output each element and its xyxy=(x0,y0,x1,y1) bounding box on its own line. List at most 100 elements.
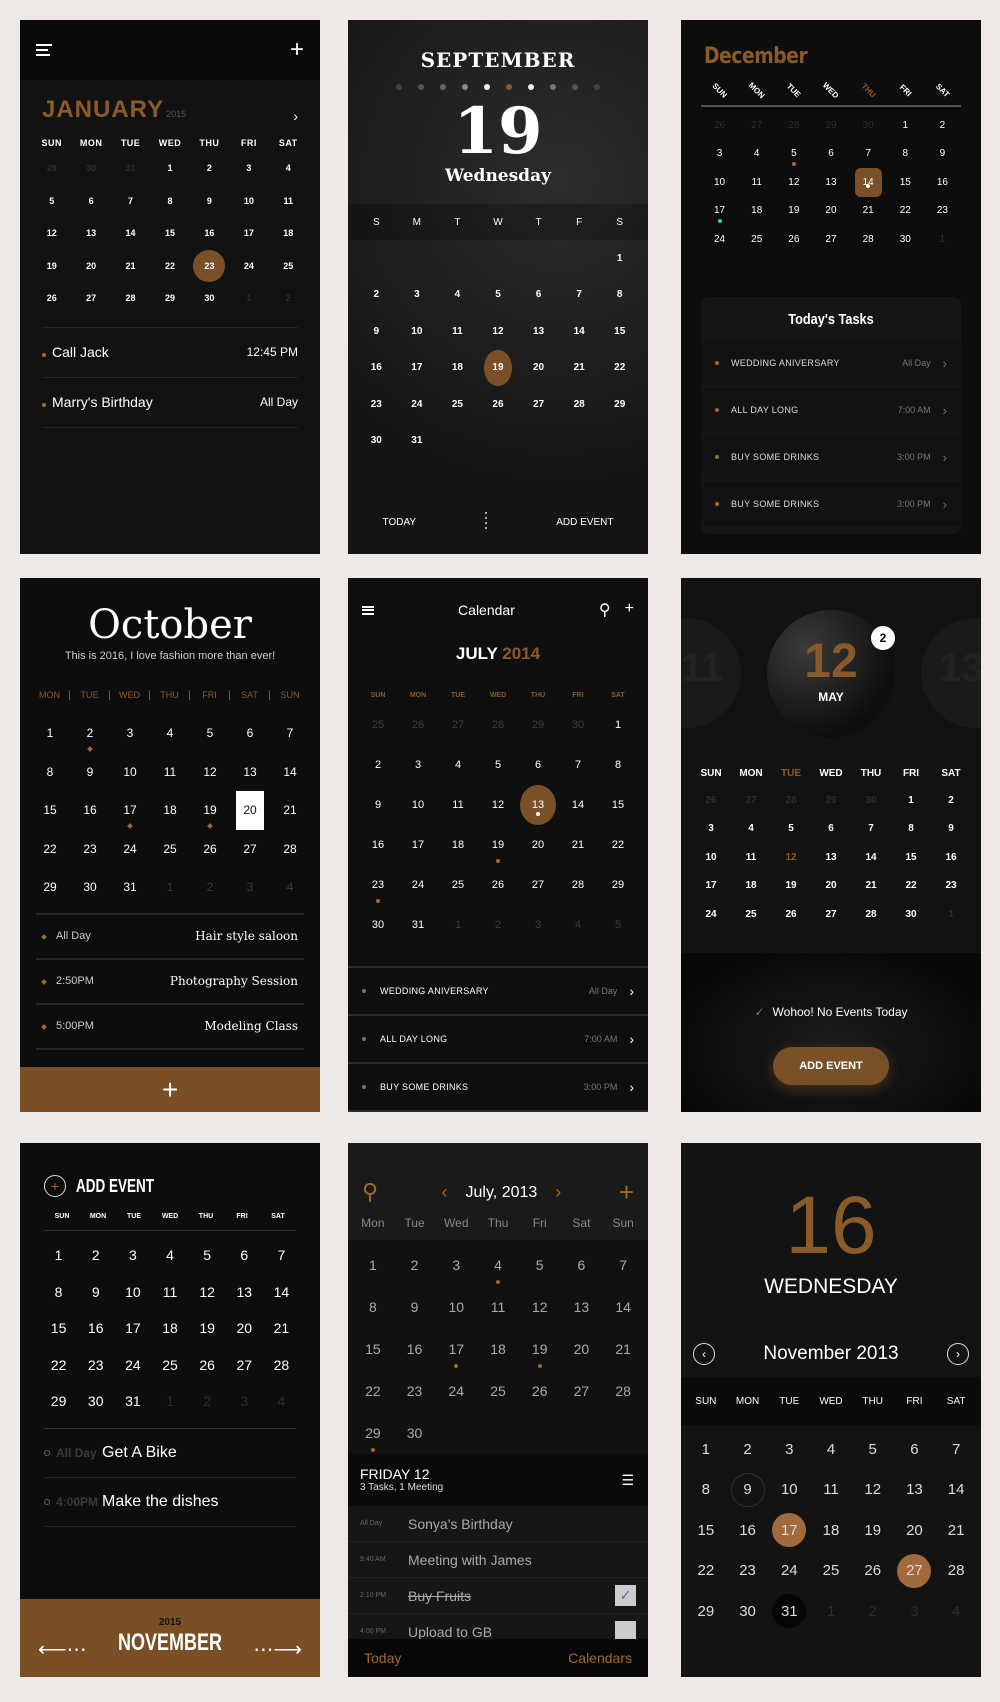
day-cell[interactable]: 8 xyxy=(30,753,70,792)
day-cell[interactable]: 16 xyxy=(356,350,397,387)
chevron-right-icon[interactable]: › xyxy=(555,1182,561,1203)
day-cell[interactable]: 1 xyxy=(887,111,924,140)
menu-icon[interactable] xyxy=(36,44,52,56)
day-cell[interactable]: 7 xyxy=(263,1237,300,1274)
day-cell[interactable]: 30 xyxy=(887,225,924,254)
chevron-right-icon[interactable]: › xyxy=(629,1031,634,1047)
day-cell[interactable]: 10 xyxy=(435,1286,477,1328)
day-cell[interactable]: 6 xyxy=(518,277,559,314)
day-cell[interactable]: 12 xyxy=(771,843,811,872)
day-cell[interactable]: 23 xyxy=(924,197,961,226)
day-cell[interactable]: 19 xyxy=(32,250,71,283)
event-row[interactable]: All Day Hair style saloon xyxy=(36,915,304,960)
day-cell[interactable]: 5 xyxy=(478,277,519,314)
day-cell[interactable]: 5 xyxy=(189,1237,226,1274)
day-cell[interactable]: 25 xyxy=(810,1551,852,1592)
day-cell[interactable]: 27 xyxy=(71,282,110,315)
add-icon[interactable]: + xyxy=(619,1177,634,1208)
day-cell[interactable]: 3 xyxy=(894,1591,936,1632)
day-cell[interactable]: 26 xyxy=(478,865,518,905)
day-cell[interactable]: 12 xyxy=(775,168,812,197)
day-cell[interactable]: 1 xyxy=(229,282,268,315)
day-cell[interactable]: 26 xyxy=(775,225,812,254)
day-cell[interactable]: 22 xyxy=(352,1370,394,1412)
day-cell[interactable]: 16 xyxy=(190,217,229,250)
day-cell[interactable]: 26 xyxy=(519,1370,561,1412)
day-cell[interactable]: 29 xyxy=(150,282,189,315)
day-cell[interactable]: 20 xyxy=(561,1328,603,1370)
day-cell[interactable]: 15 xyxy=(599,313,640,350)
day-cell[interactable]: 29 xyxy=(40,1383,77,1420)
day-cell[interactable]: 23 xyxy=(190,249,229,282)
day-cell[interactable]: 30 xyxy=(358,905,398,945)
chevron-left-icon[interactable]: ‹ xyxy=(442,1182,448,1203)
day-cell[interactable]: 14 xyxy=(850,168,887,197)
day-cell[interactable]: 27 xyxy=(894,1551,936,1592)
day-cell[interactable]: 28 xyxy=(935,1551,977,1592)
day-cell[interactable]: 14 xyxy=(559,313,600,350)
tab-today[interactable]: Today xyxy=(364,1650,401,1666)
event-row[interactable]: ALL DAY LONG 7:00 AM › xyxy=(348,1016,648,1064)
event-row[interactable]: 2:50PM Photography Session xyxy=(36,960,304,1005)
day-cell[interactable]: 4 xyxy=(269,152,308,185)
day-cell[interactable]: 30 xyxy=(356,423,397,460)
day-cell[interactable]: 3 xyxy=(435,1244,477,1286)
day-cell[interactable]: 27 xyxy=(811,900,851,929)
day-cell[interactable]: 26 xyxy=(771,900,811,929)
day-cell[interactable]: 11 xyxy=(810,1470,852,1511)
day-cell[interactable]: 27 xyxy=(731,786,771,815)
day-cell[interactable]: 27 xyxy=(226,1347,263,1384)
day-cell[interactable]: 1 xyxy=(150,868,190,907)
search-icon[interactable]: ⚲ xyxy=(362,1180,384,1204)
day-cell[interactable]: 26 xyxy=(189,1347,226,1384)
day-cell[interactable]: 5 xyxy=(190,714,230,753)
day-cell[interactable]: 13 xyxy=(812,168,849,197)
day-cell[interactable]: 25 xyxy=(738,225,775,254)
day-cell[interactable]: 13 xyxy=(561,1286,603,1328)
day-cell[interactable]: 28 xyxy=(270,830,310,869)
day-cell[interactable]: 30 xyxy=(70,868,110,907)
day-cell[interactable]: 23 xyxy=(394,1370,436,1412)
day-cell[interactable]: 5 xyxy=(519,1244,561,1286)
day-cell[interactable]: 31 xyxy=(398,905,438,945)
day-cell[interactable]: 15 xyxy=(887,168,924,197)
day-cell[interactable]: 11 xyxy=(738,168,775,197)
day-cell[interactable]: 2 xyxy=(269,282,308,315)
event-row[interactable]: 4:00PM Make the dishes xyxy=(44,1478,296,1527)
day-cell[interactable]: 30 xyxy=(71,152,110,185)
day-cell[interactable]: 10 xyxy=(110,753,150,792)
day-cell[interactable]: 18 xyxy=(731,872,771,901)
day-cell[interactable]: 11 xyxy=(269,185,308,218)
day-cell[interactable]: 12 xyxy=(519,1286,561,1328)
prev-month-icon[interactable]: ‹ xyxy=(693,1343,715,1365)
menu-icon[interactable] xyxy=(362,605,374,615)
day-cell[interactable]: 8 xyxy=(598,745,638,785)
day-cell[interactable]: 7 xyxy=(270,714,310,753)
day-cell[interactable]: 29 xyxy=(30,868,70,907)
day-cell[interactable]: 13 xyxy=(71,217,110,250)
day-cell[interactable]: 6 xyxy=(811,815,851,844)
day-cell[interactable]: 1 xyxy=(599,240,640,277)
day-cell[interactable]: 3 xyxy=(397,277,438,314)
task-checkbox[interactable]: ✓ xyxy=(615,1585,636,1606)
day-cell[interactable]: 17 xyxy=(691,872,731,901)
day-cell[interactable]: 29 xyxy=(598,865,638,905)
list-icon[interactable]: ☰ xyxy=(621,1472,634,1489)
event-row[interactable]: Marry's Birthday All Day xyxy=(42,378,298,428)
day-cell[interactable]: 5 xyxy=(775,140,812,169)
day-cell[interactable]: 4 xyxy=(477,1244,519,1286)
day-cell[interactable]: 26 xyxy=(701,111,738,140)
day-cell[interactable]: 1 xyxy=(438,905,478,945)
day-cell[interactable]: 11 xyxy=(477,1286,519,1328)
day-cell[interactable]: 25 xyxy=(437,386,478,423)
day-cell[interactable]: 27 xyxy=(561,1370,603,1412)
day-cell[interactable]: 15 xyxy=(150,217,189,250)
day-cell[interactable]: 22 xyxy=(150,250,189,283)
day-cell[interactable]: 4 xyxy=(150,714,190,753)
day-cell[interactable]: 8 xyxy=(599,277,640,314)
day-cell[interactable]: 17 xyxy=(114,1310,151,1347)
day-cell[interactable]: 29 xyxy=(811,786,851,815)
day-cell[interactable]: 17 xyxy=(768,1510,810,1551)
day-cell[interactable]: 5 xyxy=(598,905,638,945)
day-cell[interactable]: 21 xyxy=(558,825,598,865)
